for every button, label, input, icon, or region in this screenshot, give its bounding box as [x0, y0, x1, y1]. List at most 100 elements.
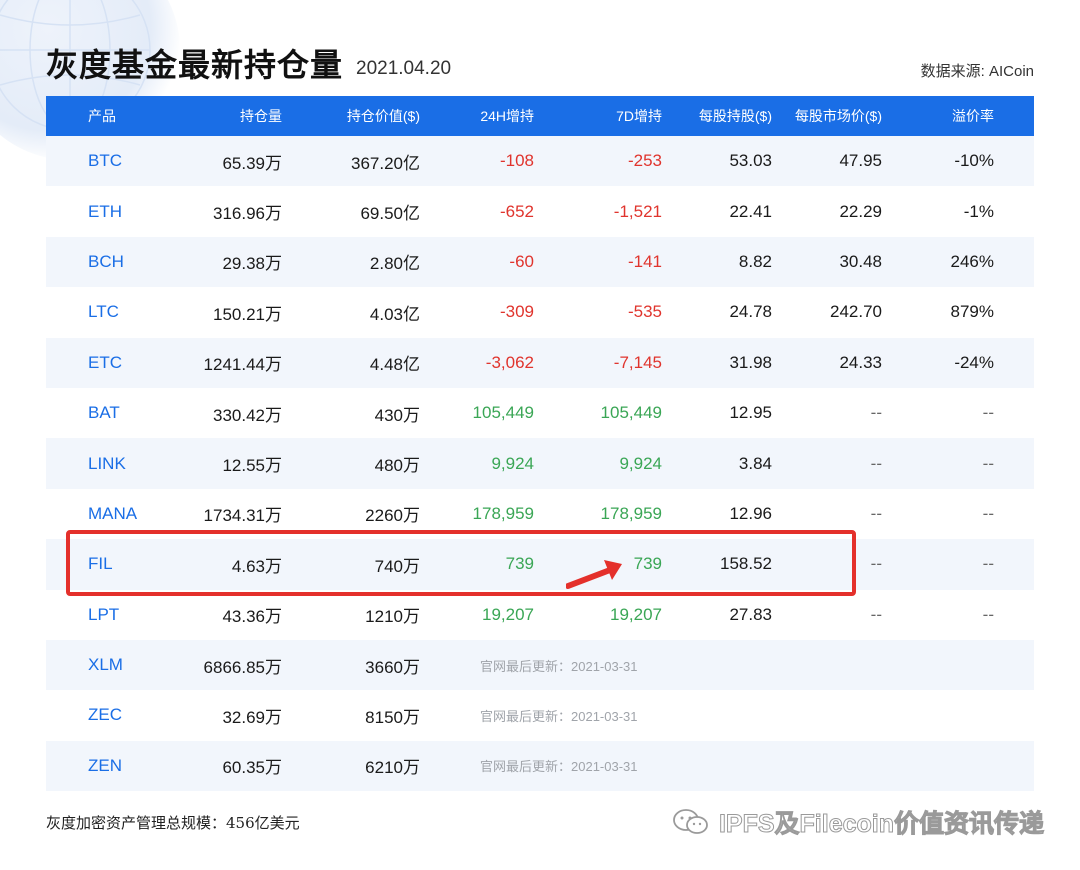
change-24h-cell: 19,207: [482, 604, 534, 624]
market-price-cell: 30.48: [839, 251, 882, 271]
per-share-cell: 22.41: [729, 201, 772, 221]
value-cell: 8150万: [365, 707, 420, 727]
holdings-cell: 150.21万: [213, 304, 282, 324]
column-header-24h[interactable]: 24H增持: [480, 96, 534, 136]
change-24h-cell: -309: [499, 302, 534, 322]
change-24h-cell: 9,924: [491, 453, 534, 473]
change-24h-cell: 105,449: [472, 403, 534, 423]
change-24h-cell: -652: [499, 201, 534, 221]
value-cell: 430万: [374, 405, 420, 425]
holdings-cell: 60.35万: [222, 758, 282, 778]
change-24h-cell: -108: [499, 151, 534, 171]
wechat-icon: [673, 809, 708, 834]
column-header-7d[interactable]: 7D增持: [616, 96, 662, 136]
coin-name[interactable]: ETH: [88, 186, 122, 236]
column-header-per-share[interactable]: 每股持股($): [699, 96, 772, 136]
table-row[interactable]: ZEC 32.69万 8150万 官网最后更新：2021-03-31: [46, 690, 1034, 740]
coin-name[interactable]: BTC: [88, 136, 122, 186]
change-7d-cell: -141: [627, 251, 662, 271]
market-price-cell: --: [870, 554, 882, 574]
change-7d-cell: -1,521: [613, 201, 662, 221]
coin-name[interactable]: ETC: [88, 338, 122, 388]
report-date: 2021.04.20: [356, 58, 452, 79]
table-header: 产品 持仓量 持仓价值($) 24H增持 7D增持 每股持股($) 每股市场价(…: [46, 96, 1034, 136]
value-cell: 69.50亿: [360, 204, 420, 224]
per-share-cell: 8.82: [738, 251, 772, 271]
premium-cell: --: [982, 403, 994, 423]
column-header-holdings[interactable]: 持仓量: [240, 96, 282, 136]
holdings-cell: 6866.85万: [203, 657, 282, 677]
coin-name[interactable]: BAT: [88, 388, 120, 438]
data-source: 数据来源: AICoin: [920, 63, 1034, 80]
per-share-cell: 24.78: [729, 302, 772, 322]
table-row[interactable]: LPT 43.36万 1210万 19,207 19,207 27.83 -- …: [46, 590, 1034, 640]
holdings-cell: 330.42万: [213, 405, 282, 425]
holdings-cell: 29.38万: [222, 254, 282, 274]
market-price-cell: 24.33: [839, 352, 882, 372]
change-24h-cell: -60: [509, 251, 534, 271]
fil-highlight-box: [66, 530, 856, 596]
premium-cell: 246%: [950, 251, 994, 271]
coin-name[interactable]: LINK: [88, 438, 126, 488]
column-header-product[interactable]: 产品: [88, 96, 116, 136]
table-row[interactable]: LINK 12.55万 480万 9,924 9,924 3.84 -- --: [46, 438, 1034, 489]
coin-name[interactable]: XLM: [88, 640, 123, 690]
per-share-cell: 27.83: [729, 604, 772, 624]
market-price-cell: --: [870, 403, 882, 423]
coin-name[interactable]: ZEC: [88, 690, 122, 740]
change-7d-cell: -7,145: [613, 352, 662, 372]
holdings-cell: 316.96万: [213, 204, 282, 224]
table-row[interactable]: BTC 65.39万 367.20亿 -108 -253 53.03 47.95…: [46, 136, 1034, 187]
holdings-cell: 43.36万: [222, 607, 282, 627]
premium-cell: --: [982, 554, 994, 574]
holdings-table: 产品 持仓量 持仓价值($) 24H增持 7D增持 每股持股($) 每股市场价(…: [46, 96, 1034, 792]
per-share-cell: 31.98: [729, 352, 772, 372]
table-row[interactable]: ETC 1241.44万 4.48亿 -3,062 -7,145 31.98 2…: [46, 337, 1034, 388]
coin-name[interactable]: LTC: [88, 287, 119, 337]
coin-name[interactable]: ZEN: [88, 741, 122, 791]
change-7d-cell: -253: [627, 151, 662, 171]
premium-cell: 879%: [950, 302, 994, 322]
change-7d-cell: 9,924: [619, 453, 662, 473]
premium-cell: -24%: [954, 352, 994, 372]
table-row[interactable]: LTC 150.21万 4.03亿 -309 -535 24.78 242.70…: [46, 287, 1034, 337]
coin-name[interactable]: LPT: [88, 590, 119, 640]
premium-cell: --: [982, 503, 994, 523]
update-note: 官网最后更新：2021-03-31: [480, 658, 638, 674]
market-price-cell: 22.29: [839, 201, 882, 221]
value-cell: 2.80亿: [369, 254, 420, 274]
market-price-cell: --: [870, 453, 882, 473]
value-cell: 4.03亿: [369, 304, 420, 324]
change-24h-cell: -3,062: [485, 352, 534, 372]
column-header-value[interactable]: 持仓价值($): [347, 96, 420, 136]
column-header-market-price[interactable]: 每股市场价($): [795, 96, 882, 136]
per-share-cell: 53.03: [729, 151, 772, 171]
table-row[interactable]: BAT 330.42万 430万 105,449 105,449 12.95 -…: [46, 388, 1034, 438]
watermark-text: IPFS及Filecoin价值资讯传递: [718, 810, 1044, 839]
update-note: 官网最后更新：2021-03-31: [480, 708, 638, 724]
column-header-premium[interactable]: 溢价率: [952, 96, 994, 136]
update-note: 官网最后更新：2021-03-31: [480, 759, 638, 775]
market-price-cell: --: [870, 503, 882, 523]
holdings-cell: 32.69万: [222, 707, 282, 727]
table-row[interactable]: ETH 316.96万 69.50亿 -652 -1,521 22.41 22.…: [46, 186, 1034, 236]
table-row[interactable]: ZEN 60.35万 6210万 官网最后更新：2021-03-31: [46, 740, 1034, 792]
table-row[interactable]: BCH 29.38万 2.80亿 -60 -141 8.82 30.48 246…: [46, 236, 1034, 288]
value-cell: 4.48亿: [369, 355, 420, 375]
value-cell: 367.20亿: [351, 153, 420, 173]
per-share-cell: 12.95: [729, 403, 772, 423]
value-cell: 3660万: [365, 657, 420, 677]
holdings-cell: 65.39万: [222, 153, 282, 173]
change-7d-cell: 19,207: [610, 604, 662, 624]
watermark: IPFS及Filecoin价值资讯传递: [671, 804, 1045, 840]
table-row[interactable]: XLM 6866.85万 3660万 官网最后更新：2021-03-31: [46, 639, 1034, 691]
value-cell: 480万: [374, 456, 420, 476]
holdings-cell: 12.55万: [222, 456, 282, 476]
market-price-cell: 47.95: [839, 151, 882, 171]
arrow-icon: [566, 560, 622, 589]
coin-name[interactable]: BCH: [88, 237, 124, 287]
premium-cell: -10%: [954, 151, 994, 171]
value-cell: 6210万: [365, 758, 420, 778]
page-title: 灰度基金最新持仓量: [46, 46, 344, 84]
premium-cell: --: [982, 604, 994, 624]
